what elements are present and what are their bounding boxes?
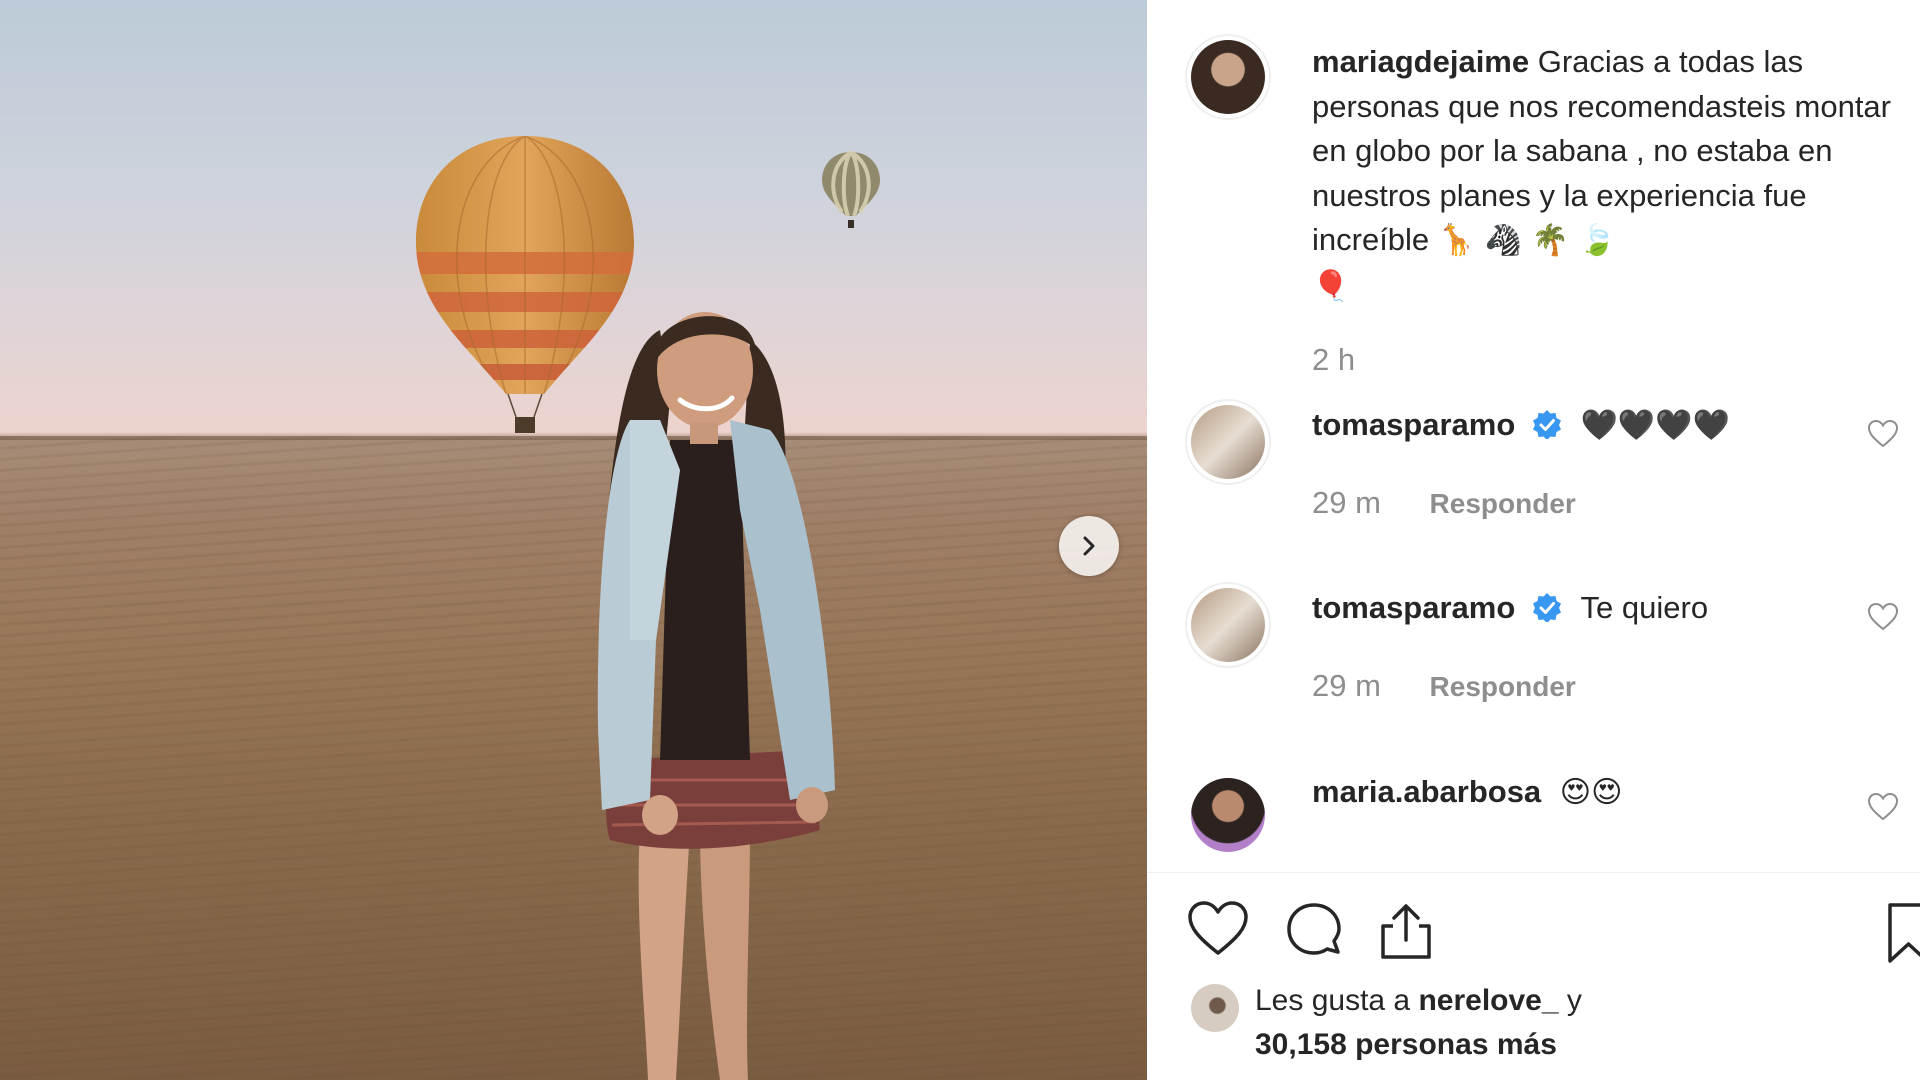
commenter-avatar[interactable]	[1185, 772, 1271, 858]
comment-text-line: tomasparamo Te quiero	[1312, 588, 1708, 628]
post-timestamp[interactable]: 2 h	[1312, 342, 1355, 378]
reply-button[interactable]: Responder	[1430, 488, 1576, 519]
like-comment-heart-icon[interactable]	[1867, 792, 1899, 822]
likes-line-2[interactable]: 30,158 personas más	[1255, 1028, 1557, 1062]
chevron-right-icon	[1083, 536, 1095, 556]
verified-badge-icon	[1532, 410, 1561, 439]
next-photo-button[interactable]	[1059, 516, 1119, 576]
likes-conj: y	[1566, 984, 1582, 1017]
comment-text-line: maria.abarbosa 😍😍	[1312, 772, 1622, 813]
bookmark-icon[interactable]	[1887, 902, 1920, 964]
reply-button[interactable]: Responder	[1430, 671, 1576, 702]
actions-divider	[1147, 872, 1920, 873]
likes-prefix: Les gusta a	[1255, 984, 1411, 1017]
comment-text-line: tomasparamo 🖤🖤🖤🖤	[1312, 405, 1730, 446]
caption-emojis: 🦒 🦓 🌴 🍃	[1437, 223, 1616, 258]
comment-username[interactable]: tomasparamo	[1312, 407, 1515, 442]
comment-body: Te quiero	[1580, 590, 1709, 625]
liker-username[interactable]: nerelove_	[1418, 984, 1558, 1017]
comment-meta: 29 m Responder	[1312, 485, 1576, 521]
likes-count[interactable]: 30,158	[1255, 1028, 1347, 1061]
like-comment-heart-icon[interactable]	[1867, 419, 1899, 449]
verified-badge-icon	[1532, 593, 1561, 622]
caption-emoji-balloon: 🎈	[1312, 268, 1350, 304]
comment-username[interactable]: maria.abarbosa	[1312, 774, 1541, 809]
post-caption: mariagdejaime Gracias a todas las person…	[1312, 40, 1892, 309]
liker-avatar[interactable]	[1191, 984, 1239, 1032]
savanna-ground	[0, 436, 1147, 1080]
commenter-avatar[interactable]	[1185, 399, 1271, 485]
like-comment-heart-icon[interactable]	[1867, 602, 1899, 632]
comment-body: 😍😍	[1559, 775, 1623, 810]
share-icon[interactable]	[1375, 900, 1437, 962]
comment-bubble-icon[interactable]	[1283, 900, 1345, 962]
commenter-avatar[interactable]	[1185, 582, 1271, 668]
comment-username[interactable]: tomasparamo	[1312, 590, 1515, 625]
author-avatar[interactable]	[1185, 34, 1271, 120]
post-side-panel: mariagdejaime Gracias a todas las person…	[1147, 0, 1920, 1080]
likes-line-1: Les gusta a nerelove_ y	[1255, 984, 1582, 1018]
caption-username[interactable]: mariagdejaime	[1312, 44, 1529, 79]
comment-meta: 29 m Responder	[1312, 668, 1576, 704]
woman-figure	[597, 312, 835, 1080]
comment-body: 🖤🖤🖤🖤	[1580, 408, 1730, 443]
comment-time[interactable]: 29 m	[1312, 485, 1381, 520]
hot-air-balloon-small	[822, 150, 880, 228]
likes-suffix[interactable]: personas más	[1355, 1028, 1557, 1061]
comment-item: maria.abarbosa 😍😍	[1147, 772, 1920, 862]
post-photo[interactable]	[0, 0, 1147, 1080]
heart-icon[interactable]	[1187, 900, 1249, 958]
comment-time[interactable]: 29 m	[1312, 668, 1381, 703]
